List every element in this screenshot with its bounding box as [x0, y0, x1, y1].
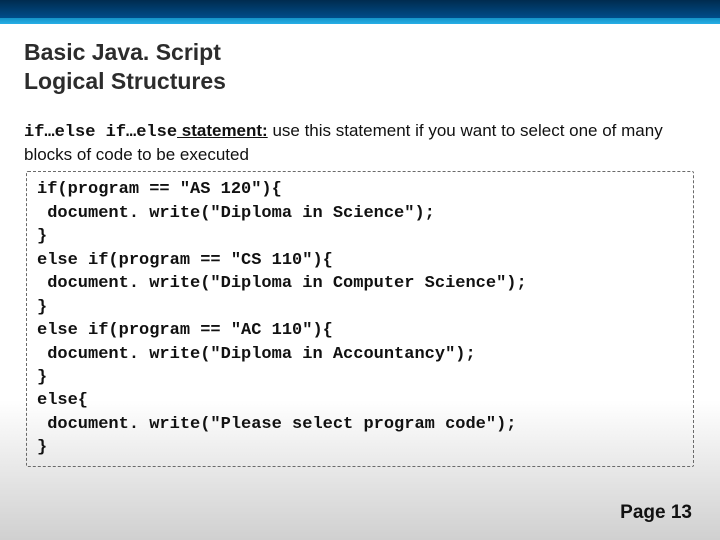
page-number: Page 13 [620, 502, 692, 524]
slide-title: Basic Java. Script Logical Structures [24, 38, 696, 96]
code-block: if(program == "AS 120"){ document. write… [26, 171, 694, 466]
header-accent-bar [0, 18, 720, 24]
header-dark-band [0, 0, 720, 18]
statement-label: statement: [177, 121, 268, 140]
statement-description: if…else if…else statement: use this stat… [24, 120, 696, 168]
keyword-if-else-if-else: if…else if…else [24, 123, 177, 142]
